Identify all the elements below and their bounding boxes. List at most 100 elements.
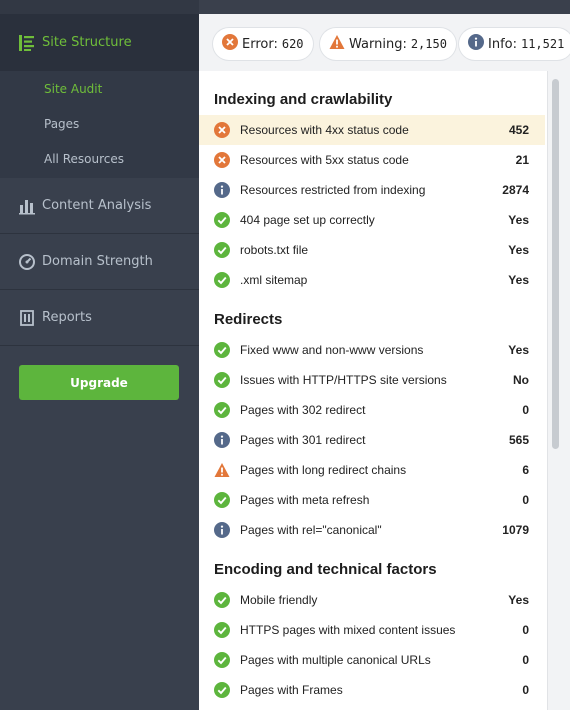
table-row[interactable]: Resources with 4xx status code 452 [199, 115, 545, 145]
check-icon [214, 402, 230, 418]
sidebar-item-site-structure[interactable]: Site Structure [0, 0, 199, 71]
info-count: 11,521 [520, 37, 565, 51]
info-icon [214, 522, 230, 538]
info-label: Info: [488, 36, 517, 52]
check-icon [214, 242, 230, 258]
table-row[interactable]: Pages with Frames 0 [199, 675, 545, 705]
check-icon [214, 682, 230, 698]
row-value: Yes [508, 593, 529, 607]
info-filter-pill[interactable]: Info: 11,521 [459, 28, 570, 60]
table-row[interactable]: Resources with 5xx status code 21 [199, 145, 545, 175]
row-label: robots.txt file [240, 243, 309, 257]
row-label: Issues with HTTP/HTTPS site versions [240, 373, 447, 387]
info-icon [214, 182, 230, 198]
warning-count: 2,150 [410, 37, 447, 51]
row-value: No [513, 373, 529, 387]
sidebar-item-domain-strength[interactable]: Domain Strength [0, 234, 199, 290]
table-row[interactable]: .xml sitemap Yes [199, 265, 545, 295]
check-icon [214, 652, 230, 668]
info-icon [468, 34, 484, 54]
sidebar-item-label: Content Analysis [42, 198, 152, 213]
sidebar-item-reports[interactable]: Reports [0, 290, 199, 346]
sidebar-item-label: Domain Strength [42, 254, 153, 269]
table-row[interactable]: robots.txt file Yes [199, 235, 545, 265]
table-row[interactable]: 404 page set up correctly Yes [199, 205, 545, 235]
sidebar-subitem-site-audit[interactable]: Site Audit [0, 71, 199, 106]
row-value: 1079 [502, 523, 529, 537]
error-count: 620 [281, 37, 304, 51]
table-row[interactable]: Pages with multiple canonical URLs 0 [199, 645, 545, 675]
table-row[interactable]: Pages with rel="canonical" 1079 [199, 515, 545, 545]
site-structure-icon [18, 34, 36, 52]
table-row[interactable]: Pages with meta refresh 0 [199, 485, 545, 515]
row-label: Resources with 4xx status code [240, 123, 409, 137]
row-label: Pages with 302 redirect [240, 403, 366, 417]
row-value: Yes [508, 273, 529, 287]
sidebar-submenu: Site Audit Pages All Resources [0, 71, 199, 178]
row-label: 404 page set up correctly [240, 213, 375, 227]
check-icon [214, 592, 230, 608]
table-row[interactable]: Issues with HTTP/HTTPS site versions No [199, 365, 545, 395]
row-value: 0 [522, 493, 529, 507]
check-icon [214, 342, 230, 358]
reports-icon [18, 309, 36, 327]
row-label: Pages with rel="canonical" [240, 523, 382, 537]
row-value: 0 [522, 683, 529, 697]
warning-icon [214, 462, 230, 478]
scrollbar-thumb[interactable] [552, 79, 559, 449]
row-value: Yes [508, 343, 529, 357]
row-label: Fixed www and non-www versions [240, 343, 424, 357]
vertical-scrollbar[interactable] [547, 71, 570, 710]
table-row[interactable]: Pages with 302 redirect 0 [199, 395, 545, 425]
sidebar-subitem-pages[interactable]: Pages [0, 106, 199, 141]
upgrade-button[interactable]: Upgrade [19, 365, 179, 400]
row-label: .xml sitemap [240, 273, 308, 287]
row-label: Resources restricted from indexing [240, 183, 426, 197]
error-icon [214, 152, 230, 168]
top-strip [199, 0, 570, 14]
sidebar-item-content-analysis[interactable]: Content Analysis [0, 178, 199, 234]
warning-icon [329, 34, 345, 54]
sidebar: Site Structure Site Audit Pages All Reso… [0, 0, 199, 710]
check-icon [214, 272, 230, 288]
content-analysis-icon [18, 197, 36, 215]
error-filter-pill[interactable]: Error: 620 [213, 28, 313, 60]
row-value: 0 [522, 403, 529, 417]
row-value: 0 [522, 623, 529, 637]
row-value: 21 [515, 153, 529, 167]
table-row[interactable]: Mobile friendly Yes [199, 585, 545, 615]
row-value: 565 [508, 433, 529, 447]
table-row[interactable]: Pages with long redirect chains 6 [199, 455, 545, 485]
row-label: Mobile friendly [240, 593, 318, 607]
check-icon [214, 492, 230, 508]
row-value: Yes [508, 213, 529, 227]
sidebar-item-label: Reports [42, 310, 92, 325]
table-row[interactable]: Pages with 301 redirect 565 [199, 425, 545, 455]
sidebar-subitem-all-resources[interactable]: All Resources [0, 141, 199, 176]
error-icon [222, 34, 238, 54]
check-icon [214, 212, 230, 228]
audit-panel: Indexing and crawlability Resources with… [199, 71, 547, 710]
table-row[interactable]: Resources restricted from indexing 2874 [199, 175, 545, 205]
row-label: HTTPS pages with mixed content issues [240, 623, 456, 637]
section-title-indexing: Indexing and crawlability [214, 91, 393, 108]
row-label: Pages with Frames [240, 683, 343, 697]
error-icon [214, 122, 230, 138]
warning-filter-pill[interactable]: Warning: 2,150 [320, 28, 456, 60]
row-value: 6 [522, 463, 529, 477]
table-row[interactable]: HTTPS pages with mixed content issues 0 [199, 615, 545, 645]
row-label: Pages with multiple canonical URLs [240, 653, 431, 667]
row-label: Pages with 301 redirect [240, 433, 366, 447]
section-title-encoding: Encoding and technical factors [214, 561, 437, 578]
section-title-redirects: Redirects [214, 311, 283, 328]
row-label: Pages with long redirect chains [240, 463, 407, 477]
row-value: 452 [508, 123, 529, 137]
summary-bar: Error: 620 Warning: 2,150 Info: 11,521 [199, 0, 570, 71]
row-value: 2874 [502, 183, 529, 197]
error-label: Error: [242, 36, 278, 52]
table-row[interactable]: Fixed www and non-www versions Yes [199, 335, 545, 365]
sidebar-item-label: Site Structure [42, 35, 132, 50]
row-label: Pages with meta refresh [240, 493, 370, 507]
info-icon [214, 432, 230, 448]
check-icon [214, 372, 230, 388]
